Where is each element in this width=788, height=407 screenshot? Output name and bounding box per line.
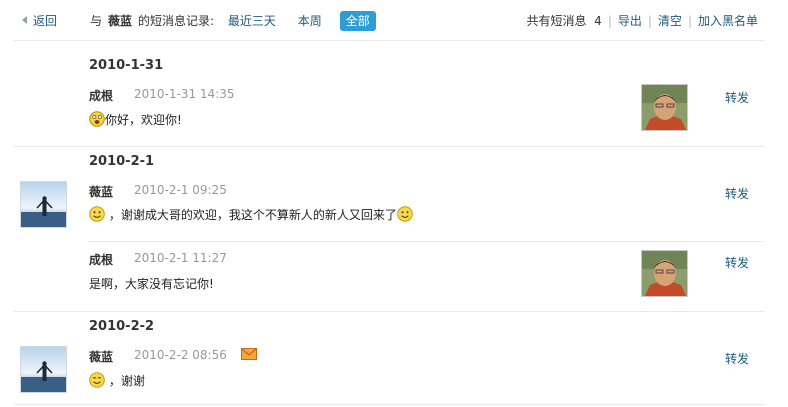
date-header: 2010-2-1 — [89, 154, 155, 169]
message-content: 你好，欢迎你! — [89, 111, 182, 128]
message-count: 4 — [594, 14, 602, 28]
message-time: 2010-2-2 08:56 — [134, 348, 257, 362]
forward-link[interactable]: 转发 — [725, 185, 749, 202]
date-header: 2010-1-31 — [89, 58, 164, 73]
smile-emoticon-icon — [397, 206, 413, 222]
message-time: 2010-2-1 11:27 — [134, 251, 227, 265]
message-content: ，谢谢 — [89, 372, 145, 389]
avatar — [641, 250, 688, 297]
message-content: 是啊，大家没有忘记你! — [89, 277, 214, 291]
contact-name: 薇蓝 — [108, 14, 133, 28]
unread-mail-icon — [240, 348, 257, 360]
message-author: 薇蓝 — [89, 185, 114, 199]
group-divider — [14, 146, 764, 147]
toolbar-divider — [14, 40, 764, 41]
back-link[interactable]: 返回 — [22, 12, 57, 29]
toolbar: 返回 与薇蓝 的短消息记录: 最近三天 本周 全部 共有短消息 4 | 导出 | 清空 | 加… — [0, 0, 788, 40]
filter-last-three-days[interactable]: 最近三天 — [228, 14, 276, 28]
forward-link[interactable]: 转发 — [725, 350, 749, 367]
smile-emoticon-icon — [89, 206, 105, 222]
message-content: ，谢谢成大哥的欢迎，我这个不算新人的新人又回来了 — [89, 206, 413, 223]
date-header: 2010-2-2 — [89, 319, 155, 334]
filter-all[interactable]: 全部 — [339, 11, 376, 31]
clear-link[interactable]: 清空 — [658, 14, 682, 28]
smile-emoticon-icon — [89, 372, 105, 388]
back-arrow-icon — [22, 16, 27, 24]
message-tools: 共有短消息 4 | 导出 | 清空 | 加入黑名单 — [526, 14, 758, 28]
avatar — [20, 346, 67, 393]
message-author: 成根 — [89, 89, 114, 103]
message-author: 成根 — [89, 253, 114, 267]
forward-link[interactable]: 转发 — [725, 254, 749, 271]
filter-this-week[interactable]: 本周 — [298, 14, 322, 28]
group-divider — [14, 311, 764, 312]
blacklist-link[interactable]: 加入黑名单 — [698, 14, 758, 28]
avatar — [20, 181, 67, 228]
export-link[interactable]: 导出 — [618, 14, 642, 28]
avatar — [641, 84, 688, 131]
message-divider — [88, 241, 764, 242]
grin-emoticon-icon — [89, 111, 105, 127]
history-filter: 与薇蓝 的短消息记录: 最近三天 本周 全部 — [90, 11, 376, 31]
group-divider — [14, 404, 764, 405]
message-time: 2010-1-31 14:35 — [134, 87, 235, 101]
message-author: 薇蓝 — [89, 350, 114, 364]
message-time: 2010-2-1 09:25 — [134, 183, 227, 197]
forward-link[interactable]: 转发 — [725, 89, 749, 106]
